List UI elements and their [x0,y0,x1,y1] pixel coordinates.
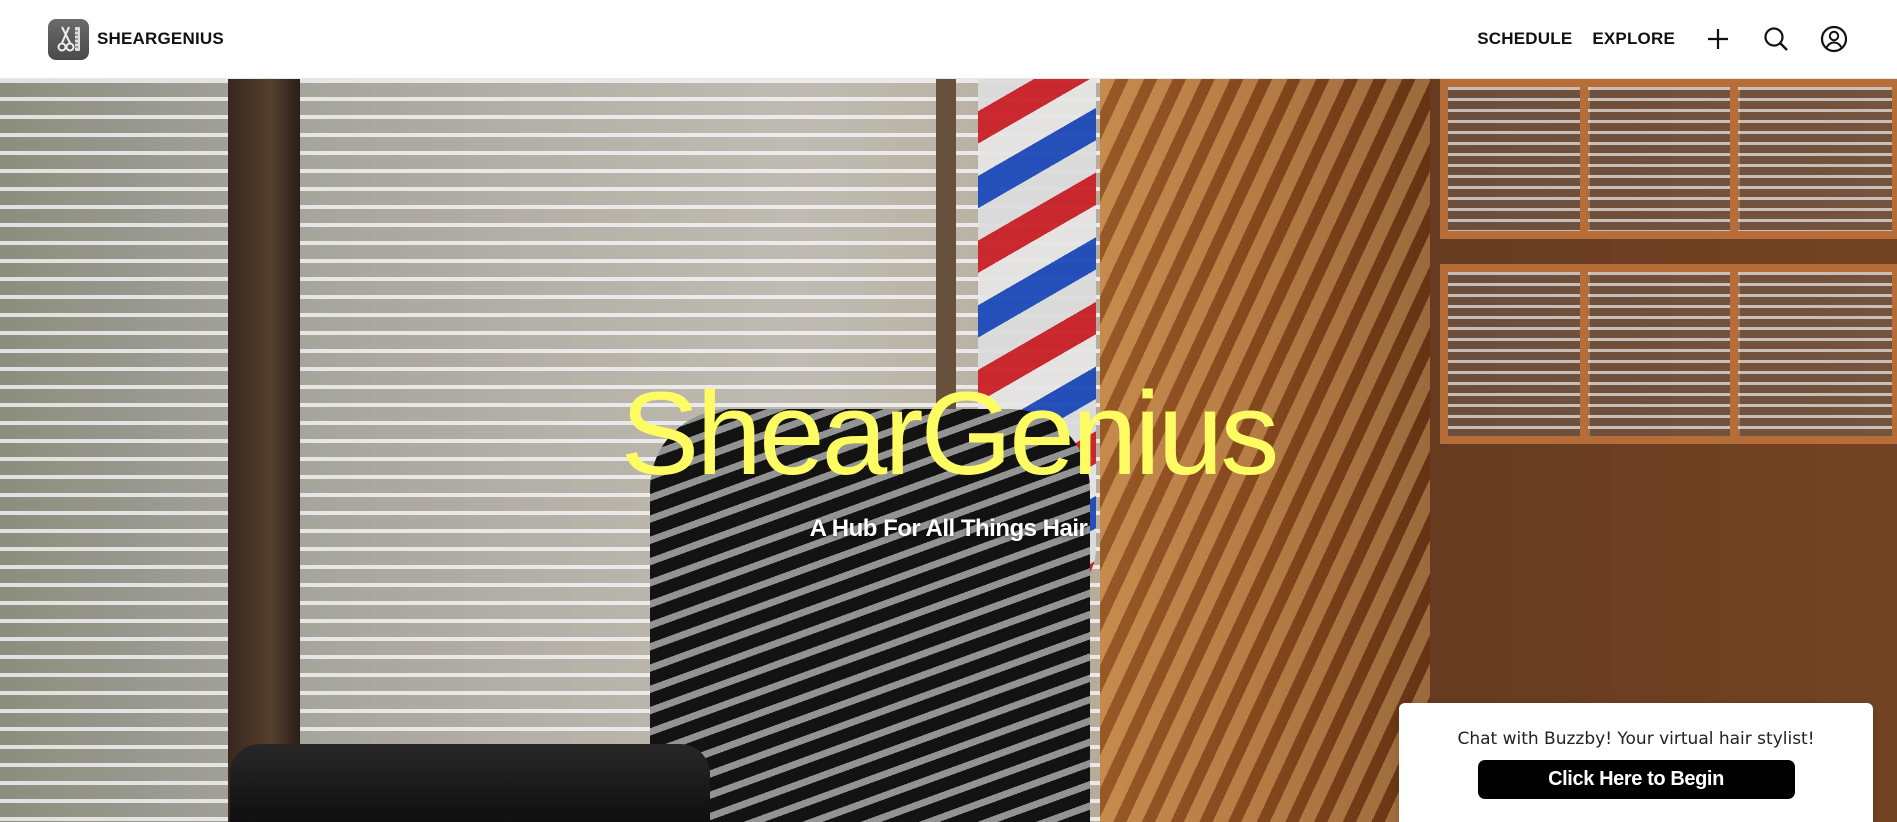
chat-widget: Chat with Buzzby! Your virtual hair styl… [1399,703,1873,822]
search-icon[interactable] [1761,24,1791,54]
main-nav: SCHEDULE EXPLORE [1477,24,1849,54]
hero-subtitle: A Hub For All Things Hair [809,515,1088,542]
brand-name: SHEARGENIUS [97,29,224,48]
chat-begin-button[interactable]: Click Here to Begin [1477,760,1795,799]
nav-schedule-link[interactable]: SCHEDULE [1477,29,1572,49]
brand-link[interactable]: SHEARGENIUS [48,18,224,60]
user-account-icon[interactable] [1819,24,1849,54]
plus-icon[interactable] [1703,24,1733,54]
scissors-comb-logo-icon [48,18,89,60]
hero-title: ShearGenius [620,368,1280,500]
nav-explore-link[interactable]: EXPLORE [1592,29,1675,49]
site-header: SHEARGENIUS SCHEDULE EXPLORE [0,0,1897,79]
chat-widget-message: Chat with Buzzby! Your virtual hair styl… [1457,729,1815,749]
